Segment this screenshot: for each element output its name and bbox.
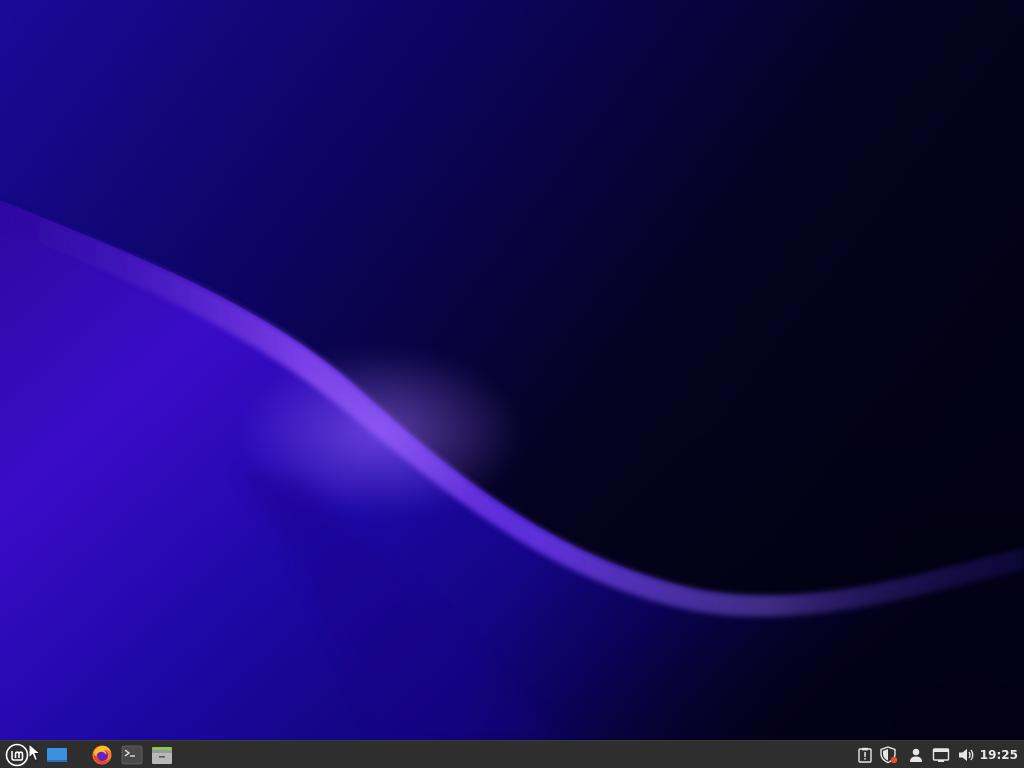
panel-clock[interactable]: 19:25 <box>978 741 1020 769</box>
terminal-icon <box>121 745 143 765</box>
network-applet[interactable] <box>931 745 951 765</box>
update-manager-applet[interactable] <box>879 745 899 765</box>
network-icon <box>932 748 950 762</box>
user-applet[interactable] <box>906 745 926 765</box>
volume-icon <box>959 749 974 761</box>
user-icon <box>910 748 922 762</box>
terminal-launcher[interactable] <box>119 743 145 767</box>
file-manager-launcher[interactable] <box>149 743 175 767</box>
update-manager-shield-icon <box>880 746 898 764</box>
volume-applet[interactable] <box>957 745 977 765</box>
clipboard-notes-icon <box>858 747 872 763</box>
mouse-pointer-icon <box>28 743 42 762</box>
show-desktop-button[interactable] <box>44 743 70 767</box>
notes-applet[interactable] <box>855 745 875 765</box>
linux-mint-menu-button[interactable] <box>4 743 30 767</box>
bottom-panel: 19:25 <box>0 740 1024 768</box>
desktop-wallpaper[interactable] <box>0 0 1024 740</box>
firefox-launcher[interactable] <box>89 743 115 767</box>
linux-mint-menu-icon <box>5 743 29 767</box>
show-desktop-icon <box>47 748 67 762</box>
firefox-icon <box>92 745 112 765</box>
wallpaper-image <box>0 0 1024 740</box>
file-manager-icon <box>152 747 172 764</box>
